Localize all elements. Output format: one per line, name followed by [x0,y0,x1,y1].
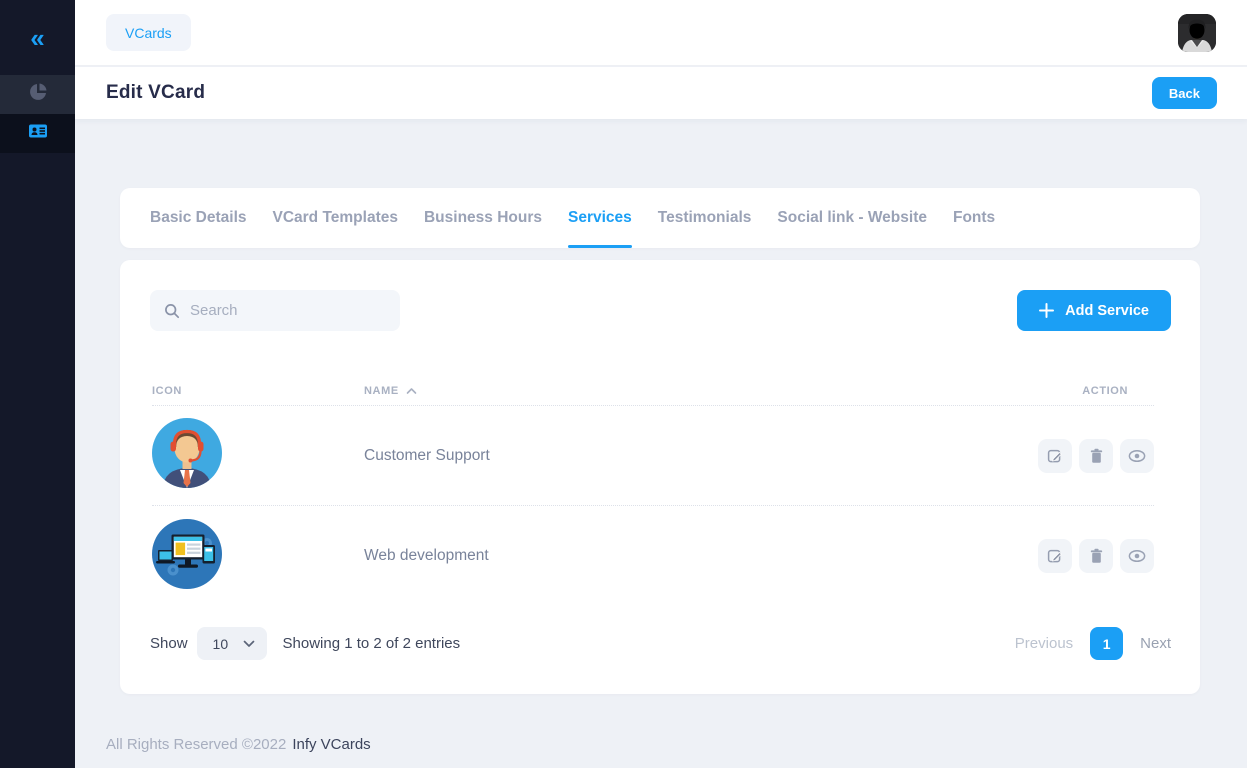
services-table: ICON NAME ACTION [152,376,1154,606]
column-header-icon: ICON [152,385,364,397]
previous-page-link[interactable]: Previous [1015,635,1073,652]
footer-rights: All Rights Reserved ©2022 [106,736,286,753]
page-number-button[interactable]: 1 [1090,627,1123,660]
view-button[interactable] [1120,439,1154,473]
table-header: ICON NAME ACTION [152,376,1154,406]
search-icon [164,303,180,319]
service-name: Customer Support [364,447,490,465]
sort-asc-icon [406,387,417,395]
edit-button[interactable] [1038,439,1072,473]
trash-icon [1089,448,1104,464]
entries-summary: Showing 1 to 2 of 2 entries [283,635,461,652]
page-title: Edit VCard [106,67,205,119]
tab-vcard-templates[interactable]: VCard Templates [273,188,398,248]
add-service-button[interactable]: Add Service [1017,290,1171,331]
top-navbar: VCards [75,0,1247,66]
page-size-value: 10 [213,636,229,652]
customer-support-icon [152,475,222,492]
service-name: Web development [364,547,489,565]
add-service-label: Add Service [1065,303,1149,319]
tab-basic-details[interactable]: Basic Details [150,188,247,248]
edit-icon [1047,448,1063,464]
page-header: Edit VCard Back [75,67,1247,119]
page-size-select[interactable]: 10 [197,627,267,660]
column-header-action: ACTION [1024,385,1154,397]
tab-services[interactable]: Services [568,188,632,248]
services-panel: Add Service ICON NAME ACTION [120,260,1200,694]
breadcrumb-label: VCards [125,25,172,41]
breadcrumb[interactable]: VCards [106,14,191,51]
sidebar-item-dashboard[interactable] [0,75,75,114]
tab-social-link-website[interactable]: Social link - Website [777,188,927,248]
edit-button[interactable] [1038,539,1072,573]
sidebar: « [0,0,75,768]
delete-button[interactable] [1079,539,1113,573]
eye-icon [1128,549,1146,563]
web-development-icon [152,576,222,593]
sidebar-item-vcards[interactable] [0,114,75,153]
tabs-bar: Basic Details VCard Templates Business H… [120,188,1200,248]
chevron-down-icon [243,640,255,648]
tab-fonts[interactable]: Fonts [953,188,995,248]
footer-brand: Infy VCards [292,736,370,753]
table-row: Web development [152,506,1154,606]
next-page-link[interactable]: Next [1140,635,1171,652]
edit-icon [1047,548,1063,564]
user-avatar[interactable] [1178,14,1216,52]
table-row: Customer Support [152,406,1154,506]
chevrons-left-icon: « [30,25,44,51]
tab-business-hours[interactable]: Business Hours [424,188,542,248]
show-label: Show [150,635,188,652]
search-input[interactable] [190,302,386,319]
plus-icon [1039,303,1054,318]
search-box [150,290,400,331]
trash-icon [1089,548,1104,564]
back-button[interactable]: Back [1152,77,1217,109]
pagination-bar: Show 10 Showing 1 to 2 of 2 entries Prev… [150,627,1171,660]
column-header-name[interactable]: NAME [364,385,1024,397]
user-avatar-image [1178,14,1216,52]
vcard-icon [27,120,49,147]
pie-chart-icon [28,82,48,107]
tab-testimonials[interactable]: Testimonials [658,188,752,248]
delete-button[interactable] [1079,439,1113,473]
view-button[interactable] [1120,539,1154,573]
sidebar-collapse-button[interactable]: « [0,0,75,75]
eye-icon [1128,449,1146,463]
footer: All Rights Reserved ©2022 Infy VCards [106,736,371,753]
